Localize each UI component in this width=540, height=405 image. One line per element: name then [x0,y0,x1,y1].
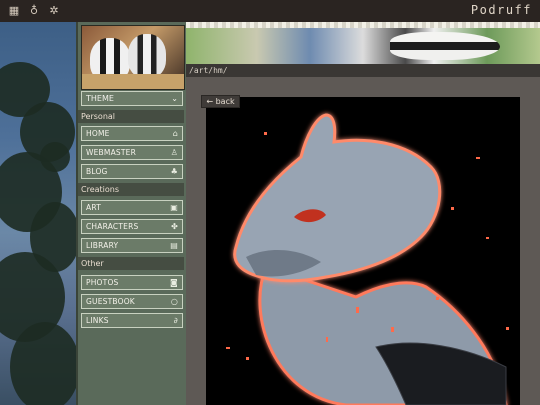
book-icon: ▤ [170,241,178,250]
section-personal: Personal [78,110,184,123]
chat-icon: ○ [170,297,178,306]
nav-home[interactable]: HOME ⌂ [81,126,183,141]
leaf-icon: ♣ [170,167,178,176]
home-icon: ⌂ [172,129,178,138]
nav-guestbook[interactable]: GUESTBOOK ○ [81,294,183,309]
theme-dropdown[interactable]: THEME ⌄ [81,91,183,106]
paperclip-icon: ∂ [173,316,178,325]
nav-guestbook-label: GUESTBOOK [86,297,135,306]
nav-links-label: LINKS [86,316,109,325]
section-creations: Creations [78,183,184,196]
nav-characters-label: CHARACTERS [86,222,139,231]
background-tree-photo [0,22,78,405]
nav-art-label: ART [86,203,101,212]
nav-home-label: HOME [86,129,110,138]
nav-library[interactable]: LIBRARY ▤ [81,238,183,253]
grid-icon[interactable]: ▦ [8,5,20,17]
main-content: ← back [186,77,540,405]
nav-art[interactable]: ART ▣ [81,200,183,215]
back-button[interactable]: ← back [201,95,240,108]
nav-blog-label: BLOG [86,167,108,176]
header-banner-image [186,22,540,64]
user-icon: ♙ [170,148,178,157]
artwork-creature [226,113,509,405]
settings-icon[interactable]: ✲ [48,5,60,17]
chevron-down-icon: ⌄ [171,94,178,103]
nav-links[interactable]: LINKS ∂ [81,313,183,328]
breadcrumb-path: /art/hm/ [186,64,540,77]
avatar-badgers-image [81,25,185,90]
nav-webmaster[interactable]: WEBMASTER ♙ [81,145,183,160]
paw-icon: ✤ [171,222,178,231]
camera-icon: ◙ [170,278,178,287]
nav-library-label: LIBRARY [86,241,119,250]
section-other: Other [78,257,184,270]
nav-photos[interactable]: PHOTOS ◙ [81,275,183,290]
nav-characters[interactable]: CHARACTERS ✤ [81,219,183,234]
sidebar: THEME ⌄ Personal HOME ⌂ WEBMASTER ♙ BLOG… [76,22,190,405]
theme-label: THEME [86,94,114,103]
nav-blog[interactable]: BLOG ♣ [81,164,183,179]
nav-photos-label: PHOTOS [86,278,119,287]
nav-webmaster-label: WEBMASTER [86,148,136,157]
tooth-icon[interactable]: ♁ [28,5,40,17]
artwork-image [206,97,520,405]
image-icon: ▣ [170,203,178,212]
top-bar: ▦ ♁ ✲ Podruff [0,0,540,23]
site-title[interactable]: Podruff [471,3,532,17]
